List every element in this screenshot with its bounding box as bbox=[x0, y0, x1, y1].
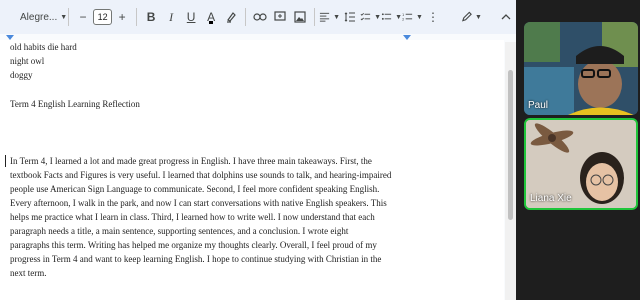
insert-link-button[interactable] bbox=[250, 6, 270, 28]
insert-image-button[interactable] bbox=[290, 6, 310, 28]
increase-font-size-button[interactable]: + bbox=[112, 6, 132, 28]
italic-icon: I bbox=[169, 9, 174, 24]
doc-line: helps me practice what I learn in class.… bbox=[10, 212, 375, 222]
editing-mode-dropdown[interactable]: ▼ bbox=[461, 6, 482, 28]
formatting-toolbar: Alegre... ▼ − 12 + B I U A ▼ ▼ ▼ 1 2 ▼ ⋮… bbox=[0, 0, 516, 34]
collapse-toolbar-button[interactable] bbox=[496, 6, 516, 28]
comment-icon bbox=[274, 11, 286, 21]
checklist-dropdown[interactable]: ▼ bbox=[360, 6, 381, 28]
toolbar-divider bbox=[68, 8, 69, 26]
doc-line: night owl bbox=[10, 56, 45, 66]
more-options-button[interactable]: ⋮ bbox=[423, 6, 443, 28]
bold-icon: B bbox=[146, 10, 156, 24]
chevron-down-icon: ▼ bbox=[475, 13, 482, 21]
link-icon bbox=[253, 13, 267, 21]
bulleted-list-dropdown[interactable]: ▼ bbox=[381, 6, 402, 28]
doc-line: paragraphs this term. Writing has helped… bbox=[10, 240, 377, 250]
toolbar-divider bbox=[314, 8, 316, 26]
participant-name: Paul bbox=[528, 100, 549, 111]
more-vertical-icon: ⋮ bbox=[426, 10, 439, 24]
pencil-icon bbox=[461, 11, 472, 22]
numbered-list-icon: 12 bbox=[402, 13, 413, 22]
docs-editor: Alegre... ▼ − 12 + B I U A ▼ ▼ ▼ 1 2 ▼ ⋮… bbox=[0, 0, 516, 300]
chevron-down-icon: ▼ bbox=[416, 13, 423, 21]
doc-line: textbook Facts and Figures is very usefu… bbox=[10, 170, 392, 180]
toolbar-divider bbox=[245, 8, 247, 26]
scrollbar-thumb[interactable] bbox=[508, 70, 513, 220]
numbered-list-dropdown[interactable]: 12 ▼ bbox=[402, 6, 423, 28]
bold-button[interactable]: B bbox=[141, 6, 161, 28]
chevron-down-icon: ▼ bbox=[60, 13, 68, 21]
video-call-panel: Paul Liana Xie bbox=[516, 0, 640, 300]
decrease-font-size-button[interactable]: − bbox=[73, 6, 93, 28]
font-family-dropdown[interactable]: Alegre... ▼ bbox=[6, 6, 68, 28]
svg-text:1: 1 bbox=[402, 13, 404, 17]
doc-line: old habits die hard bbox=[10, 42, 77, 52]
participant-tile-paul[interactable]: Paul bbox=[524, 22, 638, 115]
font-family-label: Alegre... bbox=[20, 11, 58, 23]
italic-button[interactable]: I bbox=[161, 6, 181, 28]
underline-button[interactable]: U bbox=[181, 6, 201, 28]
highlighter-icon bbox=[227, 12, 236, 23]
chevron-down-icon: ▼ bbox=[333, 13, 341, 21]
text-cursor bbox=[5, 155, 11, 167]
underline-icon: U bbox=[186, 10, 196, 24]
minus-icon: − bbox=[79, 10, 87, 24]
chevron-down-icon: ▼ bbox=[395, 13, 402, 21]
plus-icon: + bbox=[118, 10, 126, 24]
chevron-up-icon bbox=[501, 14, 511, 20]
text-color-icon: A bbox=[207, 10, 216, 24]
font-size-input[interactable]: 12 bbox=[92, 9, 113, 25]
align-dropdown[interactable]: ▼ bbox=[319, 6, 340, 28]
svg-text:2: 2 bbox=[402, 18, 404, 22]
doc-line: people use American Sign Language to com… bbox=[10, 184, 380, 194]
vertical-scrollbar[interactable] bbox=[505, 42, 516, 300]
doc-line: Every afternoon, I walk in the park, and… bbox=[10, 198, 387, 208]
align-left-icon bbox=[319, 12, 330, 22]
participant-tile-liana-xie[interactable]: Liana Xie bbox=[524, 118, 638, 210]
bulleted-list-icon bbox=[381, 13, 392, 20]
checklist-icon bbox=[360, 12, 371, 21]
participant-name: Liana Xie bbox=[530, 193, 572, 204]
doc-line: In Term 4, I learned a lot and made grea… bbox=[10, 156, 372, 166]
line-spacing-icon bbox=[344, 12, 356, 22]
doc-line: doggy bbox=[10, 70, 33, 80]
insert-comment-button[interactable] bbox=[270, 6, 290, 28]
highlight-button[interactable] bbox=[221, 6, 241, 28]
doc-line: next term. bbox=[10, 268, 47, 278]
doc-heading: Term 4 English Learning Reflection bbox=[10, 99, 140, 109]
line-spacing-button[interactable] bbox=[340, 6, 360, 28]
chevron-down-icon: ▼ bbox=[374, 13, 382, 21]
doc-line: paragraph needs a title, a main sentence… bbox=[10, 226, 349, 236]
image-icon bbox=[294, 11, 306, 23]
doc-line: progress in Term 4 and want to keep lear… bbox=[10, 254, 382, 264]
toolbar-divider bbox=[136, 8, 138, 26]
text-color-button[interactable]: A bbox=[201, 6, 221, 28]
